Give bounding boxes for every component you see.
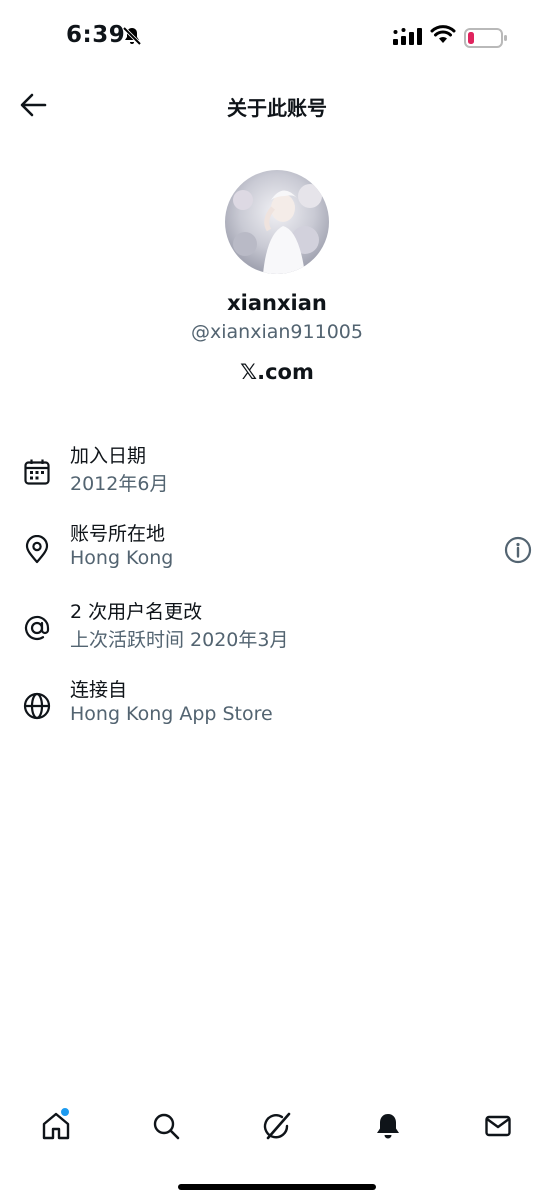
info-title: 连接自 (70, 679, 128, 701)
nav-notifications[interactable] (368, 1106, 408, 1146)
nav-messages[interactable] (478, 1106, 518, 1146)
bell-slash-icon (122, 26, 142, 46)
nav-home[interactable] (36, 1106, 76, 1146)
home-indicator[interactable] (178, 1184, 376, 1190)
nav-search[interactable] (146, 1106, 186, 1146)
battery-low-icon (464, 28, 507, 48)
at-sign-icon (24, 615, 50, 641)
header: 关于此账号 (0, 76, 554, 134)
location-pin-icon (25, 535, 49, 564)
globe-icon (23, 692, 51, 720)
info-row-join-date: 加入日期 2012年6月 (0, 441, 554, 505)
avatar[interactable] (225, 170, 329, 274)
page-title: 关于此账号 (227, 96, 327, 120)
status-bar: 6:39 (0, 0, 554, 76)
display-name: xianxian (227, 291, 327, 315)
info-circle-icon[interactable] (503, 535, 533, 565)
home-notification-dot (60, 1107, 70, 1117)
info-row-username-changes: 2 次用户名更改 上次活跃时间 2020年3月 (0, 597, 554, 661)
messages-envelope-icon (485, 1115, 511, 1137)
info-row-location: 账号所在地 Hong Kong (0, 519, 554, 583)
bottom-nav (0, 1100, 554, 1150)
info-subtitle: Hong Kong App Store (70, 703, 273, 725)
info-title: 加入日期 (70, 445, 147, 467)
platform-label: 𝕏.com (240, 360, 314, 384)
info-title: 账号所在地 (70, 523, 166, 545)
info-row-connected-via: 连接自 Hong Kong App Store (0, 675, 554, 739)
info-subtitle: 2012年6月 (70, 473, 169, 495)
info-title: 2 次用户名更改 (70, 601, 203, 623)
calendar-icon (24, 459, 50, 485)
notifications-bell-icon (377, 1114, 399, 1139)
status-time: 6:39 (66, 22, 126, 48)
grok-icon (263, 1112, 291, 1140)
nav-grok[interactable] (257, 1106, 297, 1146)
search-icon (153, 1113, 180, 1140)
wifi-icon (430, 25, 456, 43)
info-subtitle: Hong Kong (70, 547, 174, 569)
info-subtitle: 上次活跃时间 2020年3月 (70, 629, 289, 651)
user-handle: @xianxian911005 (191, 321, 363, 343)
cellular-signal-icon (393, 28, 422, 45)
